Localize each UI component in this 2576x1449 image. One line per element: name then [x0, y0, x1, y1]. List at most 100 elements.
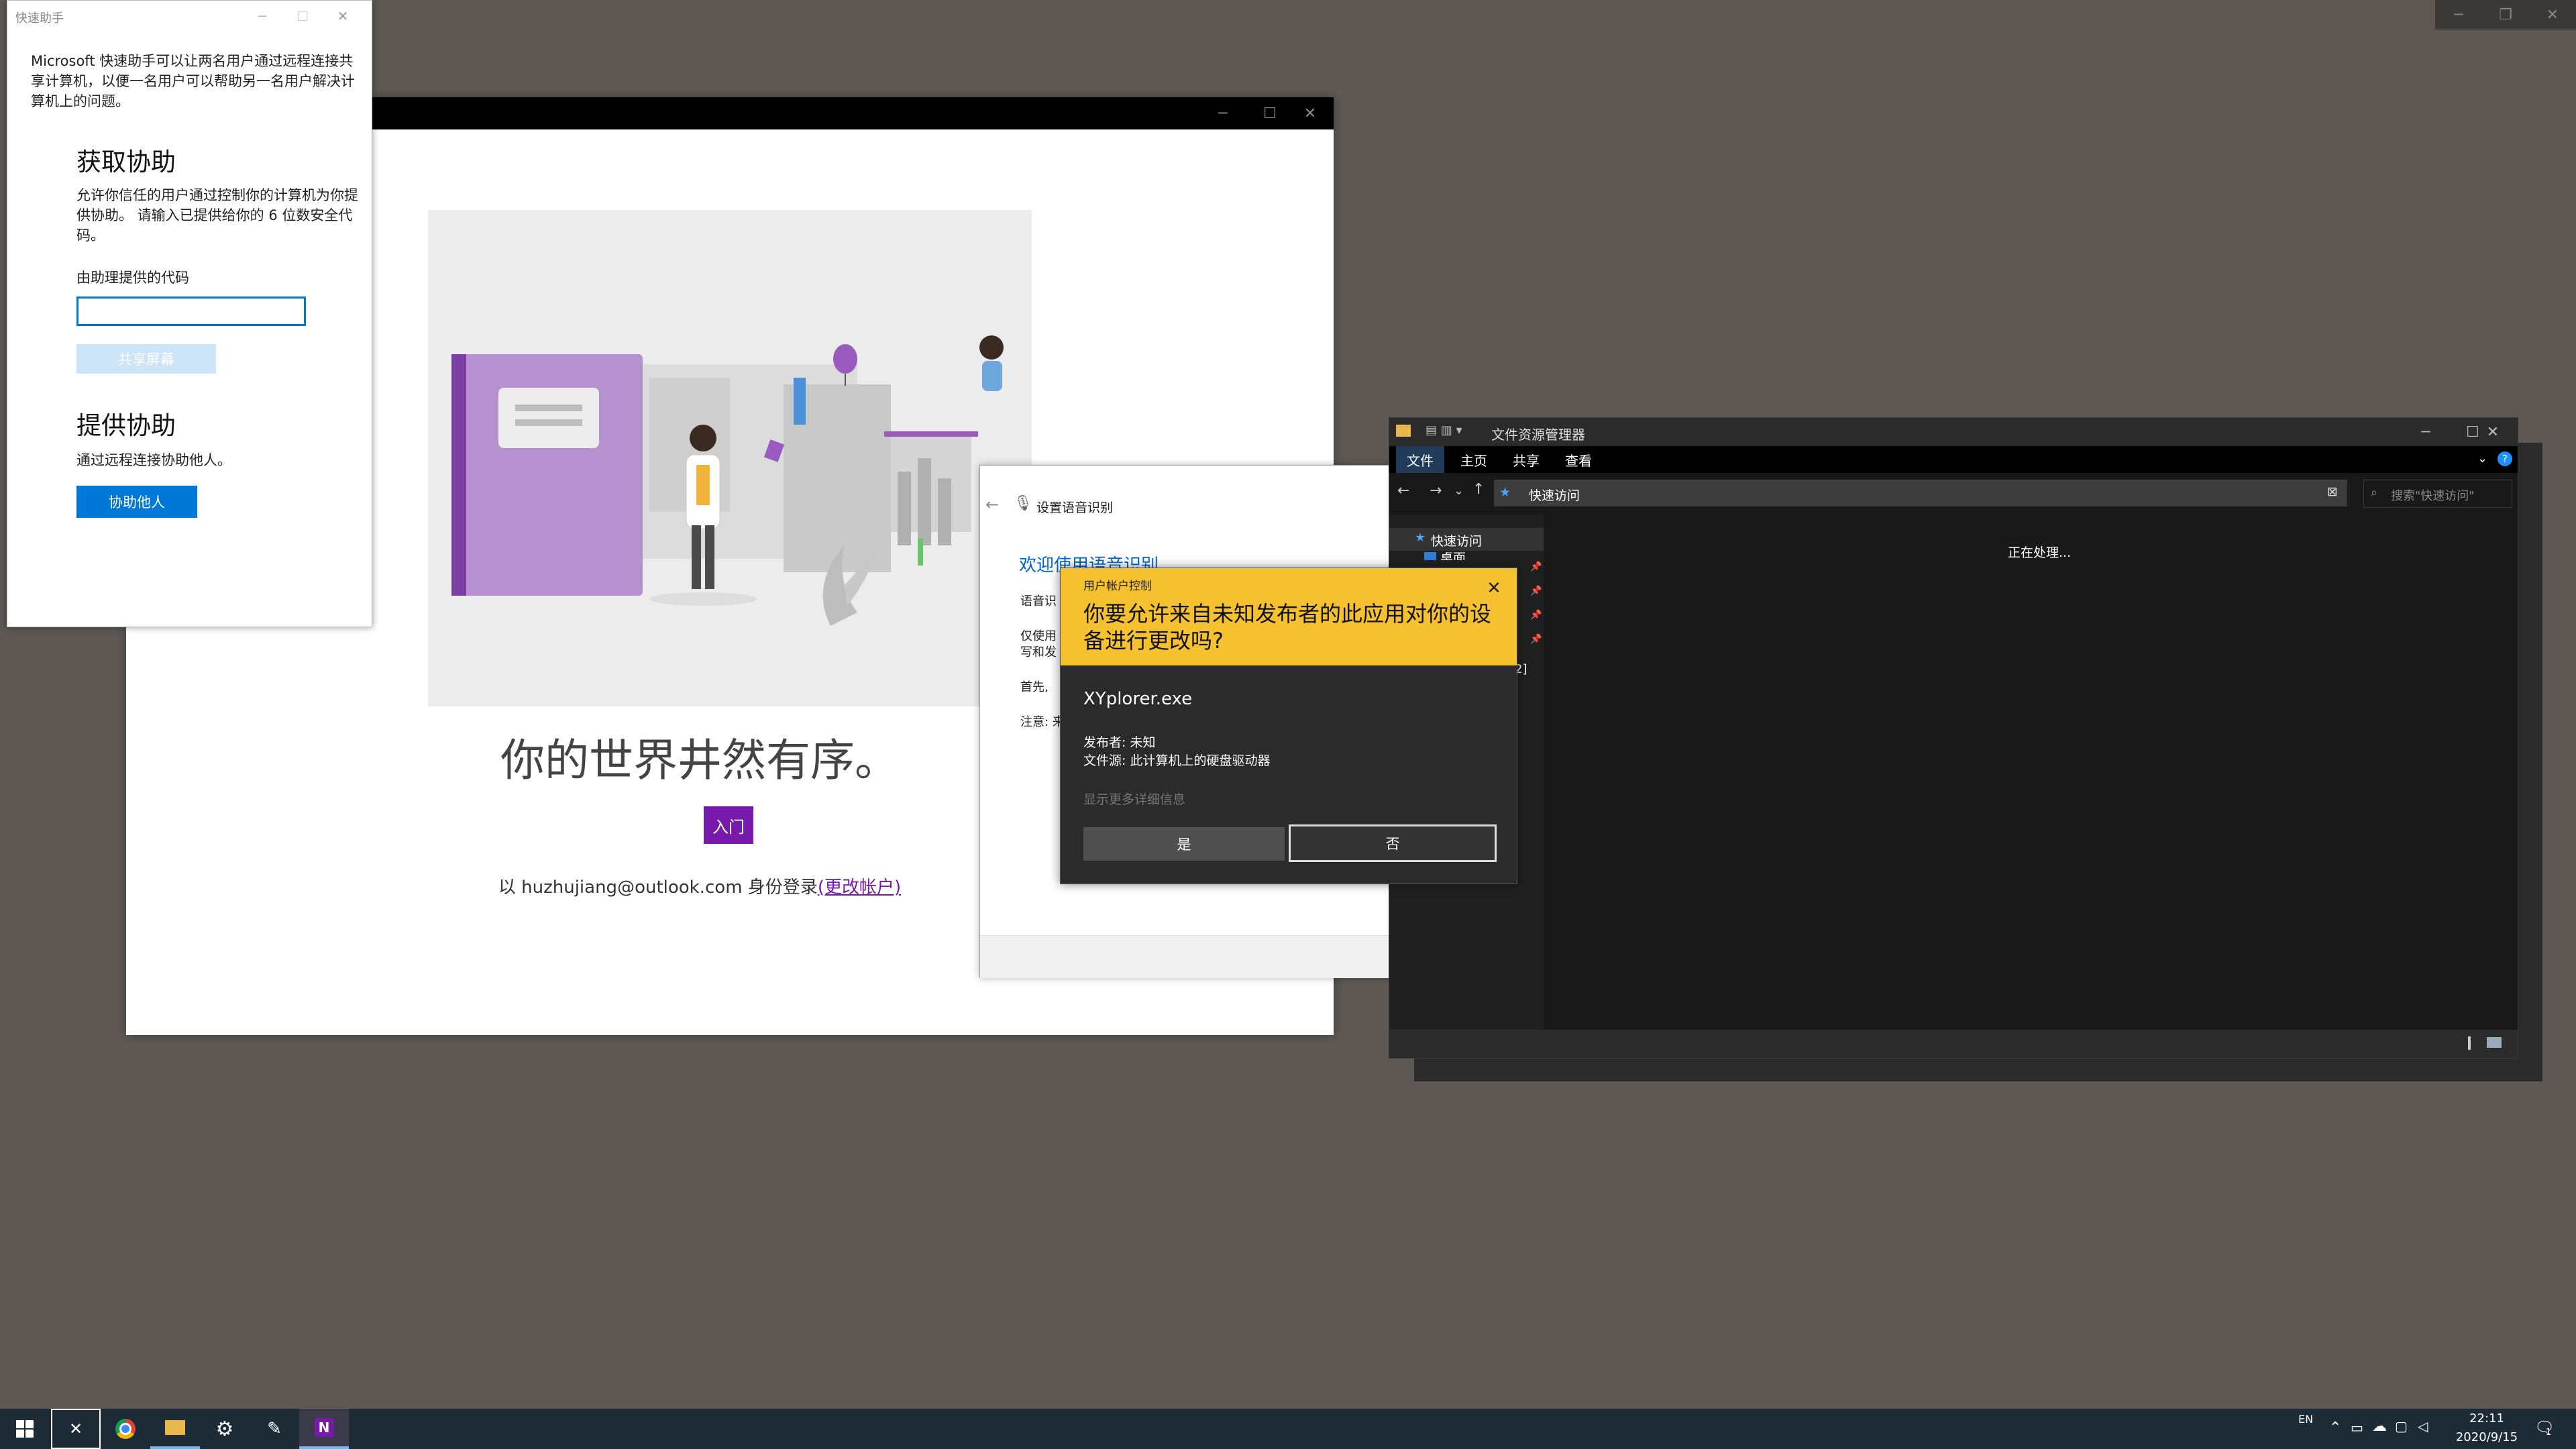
- chevron-down-icon[interactable]: ⌄: [2477, 451, 2487, 466]
- app-name: XYplorer.exe: [1083, 689, 1193, 709]
- xyplorer-taskbar-icon[interactable]: ✕: [51, 1409, 101, 1449]
- taskbar: ✕ ⚙ ✎ N EN ⌃ ▭ ☁ ▢ ◁ 22:11 2020/9/15 🗨 1: [0, 1409, 2576, 1449]
- close-icon[interactable]: ✕: [1481, 575, 1507, 602]
- minimize-icon[interactable]: ─: [1199, 97, 1246, 129]
- maximize-icon[interactable]: ☐: [282, 1, 323, 31]
- show-hidden-icons-icon[interactable]: ⌃: [2329, 1419, 2341, 1436]
- nav-label: 桌面: [1440, 552, 1466, 560]
- folder-icon: [165, 1420, 185, 1435]
- onenote-icon: N: [315, 1418, 333, 1437]
- volume-icon[interactable]: ◁: [2418, 1418, 2428, 1434]
- speech-line: 注意: 来: [1020, 715, 1065, 729]
- background-window-controls: ─ ❐ ✕: [2435, 0, 2576, 30]
- publisher-info: 发布者: 未知: [1083, 735, 1156, 750]
- quick-assist-controls: ─ ☐ ✕: [242, 1, 370, 31]
- large-icons-view-icon[interactable]: [2487, 1037, 2502, 1048]
- welcome-illustration: [428, 210, 1032, 706]
- get-help-heading: 获取协助: [76, 148, 176, 176]
- quick-access-toolbar-icon[interactable]: ▤ ▥ ▾: [1426, 423, 1462, 437]
- onedrive-icon[interactable]: ☁: [2372, 1418, 2387, 1435]
- window-title: 文件资源管理器: [1491, 427, 1585, 443]
- network-icon[interactable]: ▢: [2395, 1418, 2408, 1434]
- status-bar: [1389, 1030, 2518, 1058]
- language-indicator[interactable]: EN: [2298, 1413, 2313, 1426]
- uac-header: 用户帐户控制 ✕ 你要允许来自未知发布者的此应用对你的设备进行更改吗?: [1061, 568, 1517, 665]
- close-icon[interactable]: ✕: [2469, 418, 2516, 446]
- chrome-icon: [115, 1419, 136, 1439]
- close-icon[interactable]: ✕: [323, 1, 363, 31]
- close-icon[interactable]: ✕: [2529, 0, 2576, 30]
- explorer-titlebar: ▤ ▥ ▾ 文件资源管理器 ─ ☐ ✕: [1389, 418, 2518, 446]
- address-row: ← → ⌄ ↑ ★ 快速访问 ⊠ ⌕ 搜索"快速访问": [1389, 473, 2518, 515]
- window-title: 设置语音识别: [1036, 500, 1114, 515]
- notebook-illustration: [428, 210, 1032, 706]
- code-label: 由助理提供的代码: [76, 270, 189, 286]
- speech-line: 仅使用: [1020, 629, 1057, 643]
- tab-home[interactable]: 主页: [1450, 446, 1498, 473]
- get-help-description: 允许你信任的用户通过控制你的计算机为你提供协助。 请输入已提供给你的 6 位数安…: [76, 187, 358, 244]
- settings-taskbar-icon[interactable]: ⚙: [200, 1409, 250, 1449]
- file-explorer-taskbar-icon[interactable]: [150, 1409, 200, 1449]
- address-bar[interactable]: ★ 快速访问 ⊠: [1494, 480, 2347, 506]
- devices-icon[interactable]: ▭: [2351, 1419, 2363, 1436]
- clock-time[interactable]: 22:11: [2450, 1411, 2524, 1426]
- minimize-icon[interactable]: ─: [2402, 418, 2449, 446]
- windows-logo-icon: [16, 1420, 34, 1438]
- notification-count-badge: 1: [2546, 1428, 2552, 1438]
- speech-footer: [980, 935, 1389, 978]
- minimize-icon[interactable]: ─: [242, 1, 282, 31]
- star-icon: ★: [1499, 485, 1511, 500]
- file-origin-info: 文件源: 此计算机上的硬盘驱动器: [1083, 753, 1271, 768]
- clear-icon[interactable]: ⊠: [2327, 484, 2338, 499]
- tool-taskbar-icon[interactable]: ✎: [250, 1409, 299, 1449]
- quick-assist-window: 快速助手 ─ ☐ ✕ Microsoft 快速助手可以让两名用户通过远程连接共享…: [7, 0, 372, 627]
- forward-icon[interactable]: →: [1430, 482, 1442, 499]
- get-started-button[interactable]: 入门: [704, 806, 753, 844]
- restore-icon[interactable]: ❐: [2482, 0, 2529, 30]
- details-view-icon[interactable]: [2468, 1036, 2471, 1050]
- login-text: 以 huzhujiang@outlook.com 身份登录: [498, 877, 818, 898]
- tab-share[interactable]: 共享: [1502, 446, 1550, 473]
- microphone-icon: 🎙: [1014, 495, 1032, 512]
- clock-date[interactable]: 2020/9/15: [2450, 1430, 2524, 1444]
- address-text: 快速访问: [1529, 488, 1580, 503]
- help-icon[interactable]: ?: [2498, 451, 2512, 466]
- tab-file[interactable]: 文件: [1396, 446, 1444, 473]
- intro-text: Microsoft 快速助手可以让两名用户通过远程连接共享计算机，以便一名用户可…: [31, 53, 355, 109]
- processing-text: 正在处理...: [2008, 545, 2072, 560]
- star-icon: ★: [1415, 531, 1426, 545]
- dialog-title: 用户帐户控制: [1083, 580, 1152, 593]
- close-icon[interactable]: ✕: [1287, 97, 1334, 129]
- change-account-link[interactable]: (更改帐户): [818, 877, 901, 898]
- desktop-icon: [1424, 552, 1436, 560]
- search-icon: ⌕: [2371, 486, 2378, 500]
- speech-line: 写和发: [1020, 645, 1057, 659]
- nav-item-desktop[interactable]: 桌面: [1389, 552, 1544, 560]
- give-help-heading: 提供协助: [76, 411, 176, 440]
- recent-locations-icon[interactable]: ⌄: [1454, 484, 1464, 498]
- window-title: 快速助手: [15, 11, 64, 25]
- nav-item-quick-access[interactable]: ★ 快速访问: [1389, 528, 1544, 551]
- pin-icon: 📌 📌 📌 📌: [1530, 561, 1542, 645]
- back-icon[interactable]: ←: [1397, 482, 1409, 499]
- share-screen-button[interactable]: 共享屏幕: [76, 344, 216, 374]
- search-box[interactable]: ⌕ 搜索"快速访问": [2363, 480, 2512, 508]
- start-icon[interactable]: [0, 1409, 50, 1449]
- minimize-icon[interactable]: ─: [2435, 0, 2482, 30]
- notification-center-icon[interactable]: 🗨: [2534, 1418, 2555, 1437]
- give-help-description: 通过远程连接协助他人。: [76, 452, 231, 468]
- no-button[interactable]: 否: [1289, 824, 1497, 862]
- chrome-taskbar-icon[interactable]: [101, 1409, 150, 1449]
- help-others-button[interactable]: 协助他人: [76, 486, 197, 518]
- tab-view[interactable]: 查看: [1554, 446, 1603, 473]
- up-icon[interactable]: ↑: [1472, 481, 1485, 498]
- speech-line: 首先,: [1020, 680, 1049, 694]
- ribbon-tabs: 文件 主页 共享 查看 ⌄ ?: [1389, 446, 2518, 473]
- content-pane: 正在处理...: [1548, 515, 2518, 1043]
- onenote-taskbar-icon[interactable]: N: [299, 1409, 349, 1449]
- yes-button[interactable]: 是: [1083, 827, 1285, 861]
- show-more-details-link[interactable]: 显示更多详细信息: [1083, 790, 1185, 808]
- back-arrow-icon[interactable]: ←: [985, 495, 999, 514]
- code-input[interactable]: [76, 297, 306, 326]
- file-explorer-window: ▤ ▥ ▾ 文件资源管理器 ─ ☐ ✕ 文件 主页 共享 查看 ⌄ ? ← → …: [1389, 417, 2518, 1059]
